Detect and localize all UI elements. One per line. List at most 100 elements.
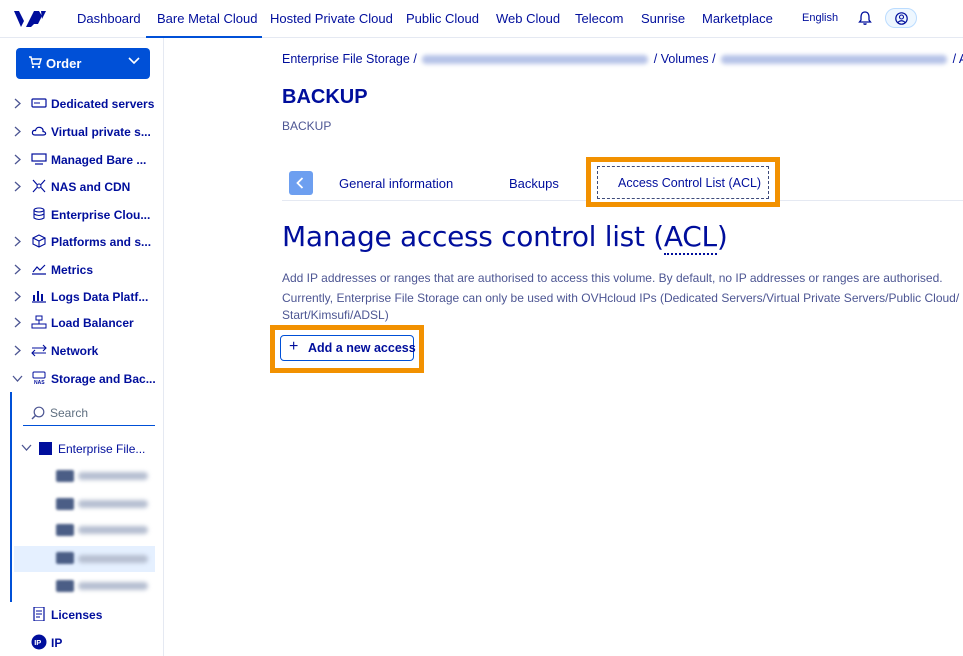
sidebar-item-network[interactable]: Network <box>0 339 163 363</box>
order-label: Order <box>46 56 82 71</box>
breadcrumb-current: AC <box>959 52 963 66</box>
svg-text:NAS: NAS <box>34 380 45 385</box>
tab-backups[interactable]: Backups <box>509 176 559 191</box>
sidebar-item-logs-data-platform[interactable]: Logs Data Platf... <box>0 285 163 309</box>
sidebar-item-managed-bare-metal[interactable]: Managed Bare ... <box>0 148 163 172</box>
breadcrumb-enterprise-file-storage[interactable]: Enterprise File Storage <box>282 52 410 66</box>
list-item[interactable] <box>56 578 152 594</box>
page-subtitle: BACKUP <box>282 119 332 133</box>
tab-general-information[interactable]: General information <box>339 176 453 191</box>
volume-icon <box>56 580 74 592</box>
chevron-right-icon <box>14 154 21 165</box>
nas-icon: NAS <box>32 371 46 385</box>
breadcrumb-redacted-volume[interactable] <box>721 55 948 65</box>
sidebar-item-nas-and-cdn[interactable]: NAS and CDN <box>0 175 163 199</box>
nav-marketplace[interactable]: Marketplace <box>702 11 773 26</box>
chevron-right-icon <box>14 98 21 109</box>
breadcrumb-separator: / <box>413 52 421 66</box>
sidebar-item-label: IP <box>51 636 63 650</box>
language-selector[interactable]: English <box>802 12 838 24</box>
nav-public-cloud[interactable]: Public Cloud <box>406 11 479 26</box>
cart-icon <box>29 56 42 69</box>
load-balancer-icon <box>31 315 47 329</box>
volume-icon <box>56 552 74 564</box>
list-item-selected[interactable] <box>14 546 155 572</box>
sidebar-item-licenses[interactable]: Licenses <box>0 603 163 627</box>
svg-text:IP: IP <box>34 638 41 647</box>
breadcrumb-separator: / <box>712 52 720 66</box>
redacted-text <box>78 526 148 534</box>
sidebar-item-metrics[interactable]: Metrics <box>0 258 163 282</box>
sidebar-item-ip[interactable]: IP IP <box>0 631 163 655</box>
chevron-down-icon <box>21 444 32 451</box>
list-item[interactable] <box>56 468 152 484</box>
section-heading: Manage access control list (ACL) <box>282 220 728 255</box>
sidebar-item-label: Metrics <box>51 263 94 277</box>
sidebar-item-label: Logs Data Platf... <box>51 290 149 304</box>
server-icon <box>31 98 47 108</box>
chevron-down-icon <box>128 57 140 65</box>
chevron-right-icon <box>14 317 21 328</box>
description-line: Start/Kimsufi/ADSL) <box>282 308 389 322</box>
sidebar-item-vps[interactable]: Virtual private s... <box>0 120 163 144</box>
nav-dashboard[interactable]: Dashboard <box>77 11 141 26</box>
chevron-right-icon <box>14 264 21 275</box>
chevron-right-icon <box>14 236 21 247</box>
top-navigation: Dashboard Bare Metal Cloud Hosted Privat… <box>0 0 963 38</box>
list-item[interactable] <box>56 496 152 512</box>
sidebar-search-input[interactable]: Search <box>23 400 155 426</box>
heading-suffix: ) <box>716 220 728 253</box>
heading-abbreviation: ACL <box>663 220 717 255</box>
section-description: Add IP addresses or ranges that are auth… <box>282 268 963 322</box>
volume-icon <box>56 524 74 536</box>
sidebar-item-platforms[interactable]: Platforms and s... <box>0 230 163 254</box>
license-icon <box>33 607 45 621</box>
database-icon <box>33 207 45 221</box>
network-arrows-icon <box>31 344 47 357</box>
heading-prefix: Manage access control list ( <box>282 220 664 253</box>
metrics-icon <box>32 264 46 275</box>
ovhcloud-logo[interactable] <box>12 8 48 30</box>
tab-access-control-list[interactable]: Access Control List (ACL) <box>597 166 769 199</box>
description-line: Add IP addresses or ranges that are auth… <box>282 271 943 285</box>
storage-icon <box>39 442 52 455</box>
user-icon <box>895 12 908 25</box>
nav-sunrise[interactable]: Sunrise <box>641 11 685 26</box>
highlight-box-add-button: + Add a new access <box>270 325 424 373</box>
sidebar-item-label: Load Balancer <box>51 316 134 330</box>
managed-server-icon <box>31 153 47 165</box>
sidebar-item-load-balancer[interactable]: Load Balancer <box>0 311 163 335</box>
page-title: BACKUP <box>282 86 368 108</box>
breadcrumb-volumes[interactable]: Volumes <box>661 52 709 66</box>
sidebar-item-enterprise-cloud[interactable]: Enterprise Clou... <box>0 203 163 227</box>
add-button-label: Add a new access <box>308 341 416 355</box>
list-item[interactable] <box>56 522 152 538</box>
user-account-button[interactable] <box>885 8 917 28</box>
tabs-scroll-left-button[interactable] <box>289 171 313 195</box>
ip-icon: IP <box>31 634 47 650</box>
nav-telecom[interactable]: Telecom <box>575 11 623 26</box>
nav-hosted-private-cloud[interactable]: Hosted Private Cloud <box>270 11 393 26</box>
logs-chart-icon <box>32 291 46 303</box>
chevron-right-icon <box>14 345 21 356</box>
sidebar-item-enterprise-file-storage[interactable]: Enterprise File... <box>14 438 162 460</box>
sidebar: Order Dedicated servers Virtual private … <box>0 38 164 656</box>
chevron-right-icon <box>14 181 21 192</box>
sidebar-item-dedicated-servers[interactable]: Dedicated servers <box>0 92 163 116</box>
description-line: Currently, Enterprise File Storage can o… <box>282 291 960 305</box>
cubes-icon <box>32 234 46 248</box>
redacted-text <box>78 582 148 590</box>
breadcrumb-redacted-service[interactable] <box>422 55 649 65</box>
bell-icon[interactable] <box>858 10 872 26</box>
breadcrumb-separator: / <box>653 52 661 66</box>
tab-label: Access Control List (ACL) <box>618 176 762 190</box>
redacted-text <box>78 555 148 563</box>
add-new-access-button[interactable]: + Add a new access <box>280 335 416 361</box>
nav-web-cloud[interactable]: Web Cloud <box>496 11 560 26</box>
chevron-right-icon <box>14 126 21 137</box>
sidebar-item-storage-and-backup[interactable]: NAS Storage and Bac... <box>0 367 163 391</box>
search-placeholder: Search <box>50 406 89 420</box>
nav-bare-metal-cloud[interactable]: Bare Metal Cloud <box>157 11 257 26</box>
order-button[interactable]: Order <box>16 48 150 79</box>
sidebar-item-label: Enterprise File... <box>58 442 146 456</box>
